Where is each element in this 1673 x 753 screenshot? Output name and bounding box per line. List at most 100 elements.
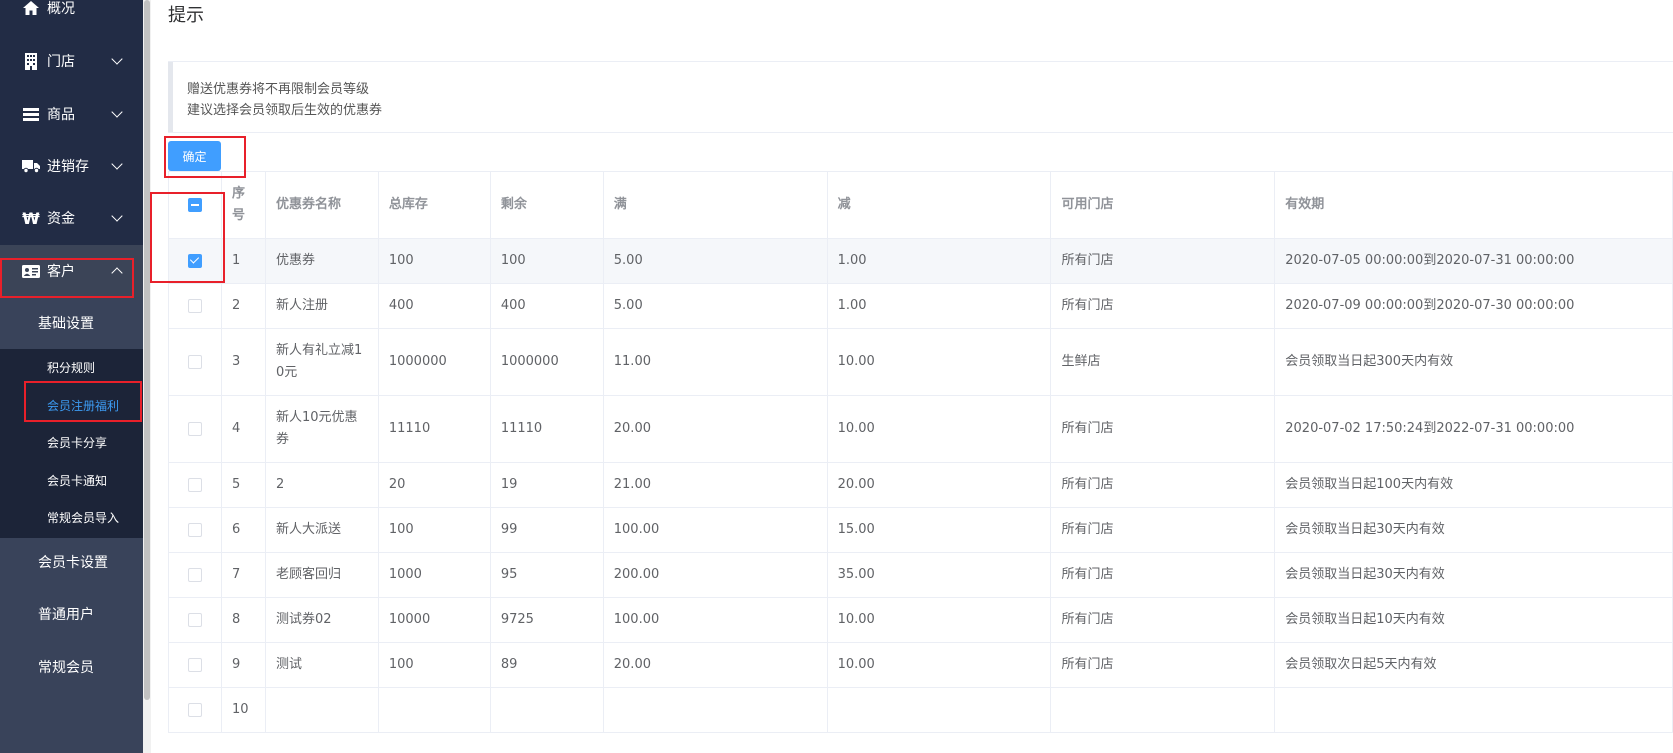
table-cell: 400 bbox=[377, 283, 491, 329]
submenu-basic-settings[interactable]: 基础设置 bbox=[0, 297, 143, 349]
table-row[interactable]: 5 2 20 19 21.00 20.00 所有门店 会员领取当日起100天内有效 bbox=[168, 462, 1673, 508]
table-cell: 19 bbox=[489, 462, 604, 508]
submenu-label: 常规会员 bbox=[38, 660, 94, 676]
row-select-cell bbox=[168, 597, 222, 643]
table-cell: 10.00 bbox=[826, 328, 1052, 396]
table-cell: 会员领取当日起30天内有效 bbox=[1274, 507, 1673, 553]
table-cell: 4 bbox=[220, 395, 266, 463]
table-row[interactable]: 2 新人注册 400 400 5.00 1.00 所有门店 2020-07-09 00:00:… bbox=[168, 283, 1673, 329]
table-cell: 2020-07-09 00:00:00到2020-07-30 00:00:00 bbox=[1274, 283, 1673, 329]
table-cell: 9725 bbox=[489, 597, 604, 643]
table-cell: 7 bbox=[220, 552, 266, 598]
menu-item-member-import[interactable]: 常规会员导入 bbox=[47, 509, 119, 526]
table-cell: 2 bbox=[220, 283, 266, 329]
row-select-cell bbox=[168, 552, 222, 598]
table-cell: 200.00 bbox=[602, 552, 828, 598]
sidebar-item-label: 资金 bbox=[47, 211, 75, 227]
table-cell: 11110 bbox=[489, 395, 604, 463]
table-cell: 10.00 bbox=[826, 597, 1052, 643]
menu-item-points-rules[interactable]: 积分规则 bbox=[47, 359, 95, 376]
basic-settings-list: 积分规则 会员注册福利 会员卡分享 会员卡通知 常规会员导入 bbox=[0, 349, 143, 538]
table-cell: 新人有礼立减10元 bbox=[264, 328, 379, 396]
column-header: 满 bbox=[602, 171, 828, 239]
page-title: 提示 bbox=[168, 5, 204, 26]
table-cell: 所有门店 bbox=[1050, 507, 1276, 553]
row-select-cell bbox=[168, 395, 222, 463]
table-cell: 1.00 bbox=[826, 238, 1052, 284]
row-checkbox[interactable] bbox=[187, 354, 202, 369]
table-cell: 1.00 bbox=[826, 283, 1052, 329]
table-cell: 21.00 bbox=[602, 462, 828, 508]
sidebar-item-store[interactable]: 门店 bbox=[0, 35, 143, 87]
row-select-cell bbox=[168, 462, 222, 508]
sidebar-item-label: 进销存 bbox=[47, 159, 89, 175]
tip-box: 赠送优惠券将不再限制会员等级 建议选择会员领取后生效的优惠券 bbox=[168, 61, 1673, 133]
row-checkbox[interactable] bbox=[187, 702, 202, 717]
table-cell: 新人注册 bbox=[264, 283, 379, 329]
won-icon: ₩ bbox=[22, 208, 40, 228]
table-row[interactable]: 10 bbox=[168, 687, 1673, 733]
table-row[interactable]: 8 测试券02 10000 9725 100.00 10.00 所有门店 会员领取当日起10天… bbox=[168, 597, 1673, 643]
table-cell: 新人10元优惠券 bbox=[264, 395, 379, 463]
row-checkbox[interactable] bbox=[187, 522, 202, 537]
table-cell: 20 bbox=[377, 462, 491, 508]
row-select-cell bbox=[168, 642, 222, 688]
row-checkbox[interactable] bbox=[187, 477, 202, 492]
row-select-cell bbox=[168, 507, 222, 553]
chevron-down-icon bbox=[111, 158, 123, 170]
menu-item-card-share[interactable]: 会员卡分享 bbox=[47, 434, 107, 451]
chevron-down-icon bbox=[111, 210, 123, 222]
sidebar-item-label: 商品 bbox=[47, 107, 75, 123]
table-cell: 5.00 bbox=[602, 283, 828, 329]
table-cell: 11.00 bbox=[602, 328, 828, 396]
scrollbar-thumb[interactable] bbox=[144, 0, 150, 700]
table-cell: 100.00 bbox=[602, 507, 828, 553]
table-cell bbox=[1274, 687, 1673, 733]
table-row[interactable]: 1 优惠券 100 100 5.00 1.00 所有门店 2020-07-05 00:00:0… bbox=[168, 238, 1673, 284]
table-cell: 10.00 bbox=[826, 395, 1052, 463]
row-checkbox[interactable] bbox=[187, 612, 202, 627]
row-checkbox[interactable] bbox=[187, 298, 202, 313]
table-cell: 8 bbox=[220, 597, 266, 643]
table-cell: 89 bbox=[489, 642, 604, 688]
column-header: 序号 bbox=[220, 171, 266, 239]
table-cell: 15.00 bbox=[826, 507, 1052, 553]
submenu-regular-members[interactable]: 常规会员 bbox=[0, 641, 143, 693]
sidebar-item-overview[interactable]: 概况 bbox=[0, 0, 143, 34]
sidebar-item-label: 概况 bbox=[47, 1, 75, 17]
sidebar-item-funds[interactable]: ₩ 资金 bbox=[0, 192, 143, 244]
table-row[interactable]: 3 新人有礼立减10元 1000000 1000000 11.00 10.00 生鲜店 会员领… bbox=[168, 328, 1673, 396]
table-cell: 20.00 bbox=[602, 642, 828, 688]
sidebar-item-goods[interactable]: 商品 bbox=[0, 88, 143, 140]
table-cell: 生鲜店 bbox=[1050, 328, 1276, 396]
table-cell: 所有门店 bbox=[1050, 642, 1276, 688]
table-row[interactable]: 6 新人大派送 100 99 100.00 15.00 所有门店 会员领取当日起30天内有效 bbox=[168, 507, 1673, 553]
table-cell bbox=[826, 687, 1052, 733]
table-row[interactable]: 4 新人10元优惠券 11110 11110 20.00 10.00 所有门店 2020-07… bbox=[168, 395, 1673, 463]
table-cell: 所有门店 bbox=[1050, 597, 1276, 643]
row-select-cell bbox=[168, 687, 222, 733]
column-header: 减 bbox=[826, 171, 1052, 239]
row-checkbox[interactable] bbox=[187, 657, 202, 672]
table-cell: 测试 bbox=[264, 642, 379, 688]
menu-item-card-notice[interactable]: 会员卡通知 bbox=[47, 472, 107, 489]
table-row[interactable]: 9 测试 100 89 20.00 10.00 所有门店 会员领取次日起5天内有效 bbox=[168, 642, 1673, 688]
submenu-card-settings[interactable]: 会员卡设置 bbox=[0, 536, 143, 588]
row-checkbox[interactable] bbox=[187, 567, 202, 582]
submenu-normal-users[interactable]: 普通用户 bbox=[0, 588, 143, 640]
column-header: 剩余 bbox=[489, 171, 604, 239]
submenu-label: 基础设置 bbox=[38, 316, 94, 332]
sidebar-item-inventory[interactable]: 进销存 bbox=[0, 140, 143, 192]
column-header: 优惠券名称 bbox=[264, 171, 379, 239]
column-header: 有效期 bbox=[1274, 171, 1673, 239]
table-cell: 会员领取当日起30天内有效 bbox=[1274, 552, 1673, 598]
chevron-down-icon bbox=[111, 106, 123, 118]
table-cell bbox=[264, 687, 379, 733]
row-select-cell bbox=[168, 328, 222, 396]
row-checkbox[interactable] bbox=[187, 421, 202, 436]
table-cell: 5 bbox=[220, 462, 266, 508]
table-cell: 所有门店 bbox=[1050, 238, 1276, 284]
highlight-confirm bbox=[164, 136, 246, 178]
table-cell: 1 bbox=[220, 238, 266, 284]
table-row[interactable]: 7 老顾客回归 1000 95 200.00 35.00 所有门店 会员领取当日起30天内有效 bbox=[168, 552, 1673, 598]
